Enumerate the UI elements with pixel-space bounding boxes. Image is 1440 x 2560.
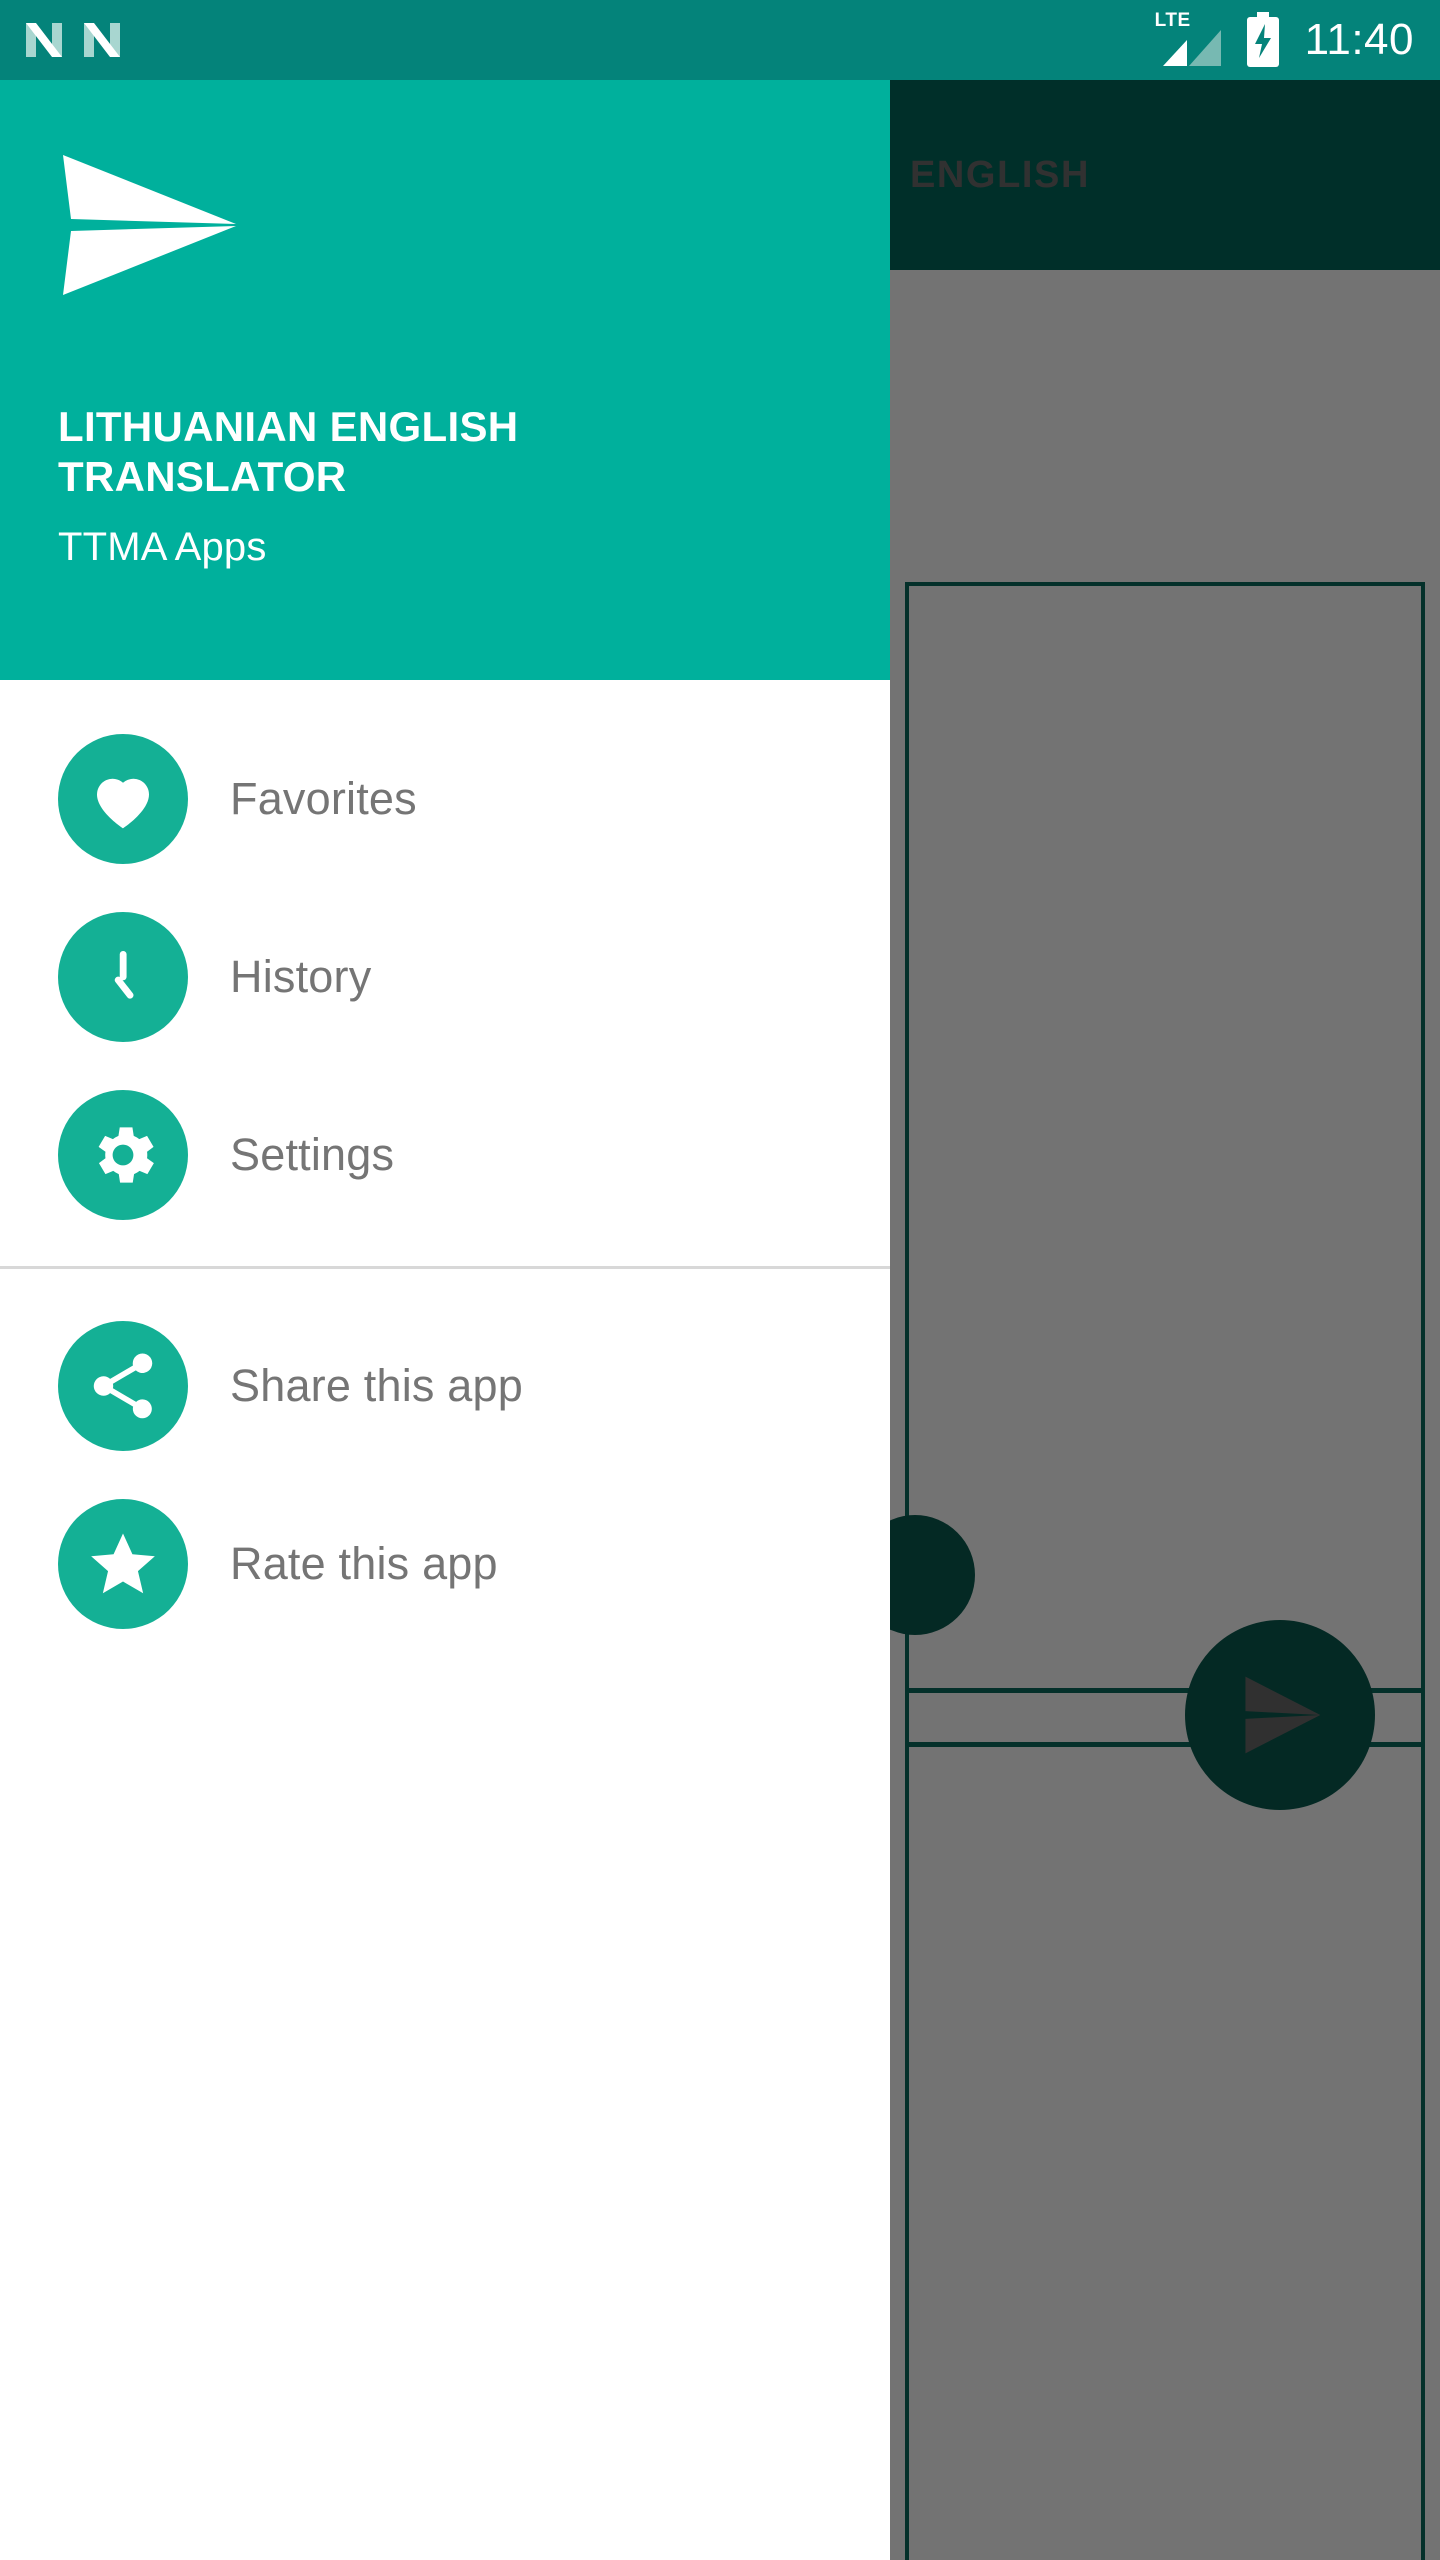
drawer-item-label: Share this app [230, 1360, 523, 1411]
translation-text-input[interactable] [905, 582, 1425, 2560]
drawer-header: LITHUANIAN ENGLISH TRANSLATOR TTMA Apps [0, 80, 890, 680]
signal-bars-icon: LTE [1153, 10, 1225, 68]
drawer-item-history[interactable]: History [0, 888, 890, 1066]
navigation-drawer[interactable]: LITHUANIAN ENGLISH TRANSLATOR TTMA Apps … [0, 80, 890, 2560]
drawer-item-rate-this-app[interactable]: Rate this app [0, 1475, 890, 1653]
android-n-logo-icon [26, 23, 62, 57]
drawer-item-label: Favorites [230, 773, 417, 824]
gear-icon [58, 1090, 188, 1220]
status-bar-clock: 11:40 [1304, 15, 1414, 64]
signal-bars-glyph [1162, 30, 1221, 66]
star-icon [58, 1499, 188, 1629]
status-bar-notifications [22, 17, 124, 63]
status-bar: LTE 11:40 [0, 0, 1440, 80]
status-bar-indicators: LTE 11:40 [1153, 10, 1414, 68]
translate-send-fab[interactable] [1185, 1620, 1375, 1810]
android-n-logo-icon [84, 23, 120, 57]
share-icon [58, 1321, 188, 1451]
clock-icon [58, 912, 188, 1042]
drawer-item-label: Rate this app [230, 1538, 498, 1589]
drawer-item-share-this-app[interactable]: Share this app [0, 1297, 890, 1475]
drawer-item-favorites[interactable]: Favorites [0, 710, 890, 888]
drawer-menu: Favorites History Settings Share this ap… [0, 680, 890, 1653]
drawer-item-settings[interactable]: Settings [0, 1066, 890, 1244]
send-paper-plane-icon [1245, 1676, 1321, 1754]
drawer-divider [0, 1266, 890, 1269]
battery-charging-icon [1246, 12, 1279, 67]
drawer-app-subtitle: TTMA Apps [58, 525, 267, 570]
drawer-item-label: History [230, 951, 372, 1002]
drawer-app-title: LITHUANIAN ENGLISH TRANSLATOR [58, 403, 519, 500]
drawer-item-label: Settings [230, 1129, 395, 1180]
send-paper-plane-icon [63, 155, 236, 295]
heart-icon [58, 734, 188, 864]
